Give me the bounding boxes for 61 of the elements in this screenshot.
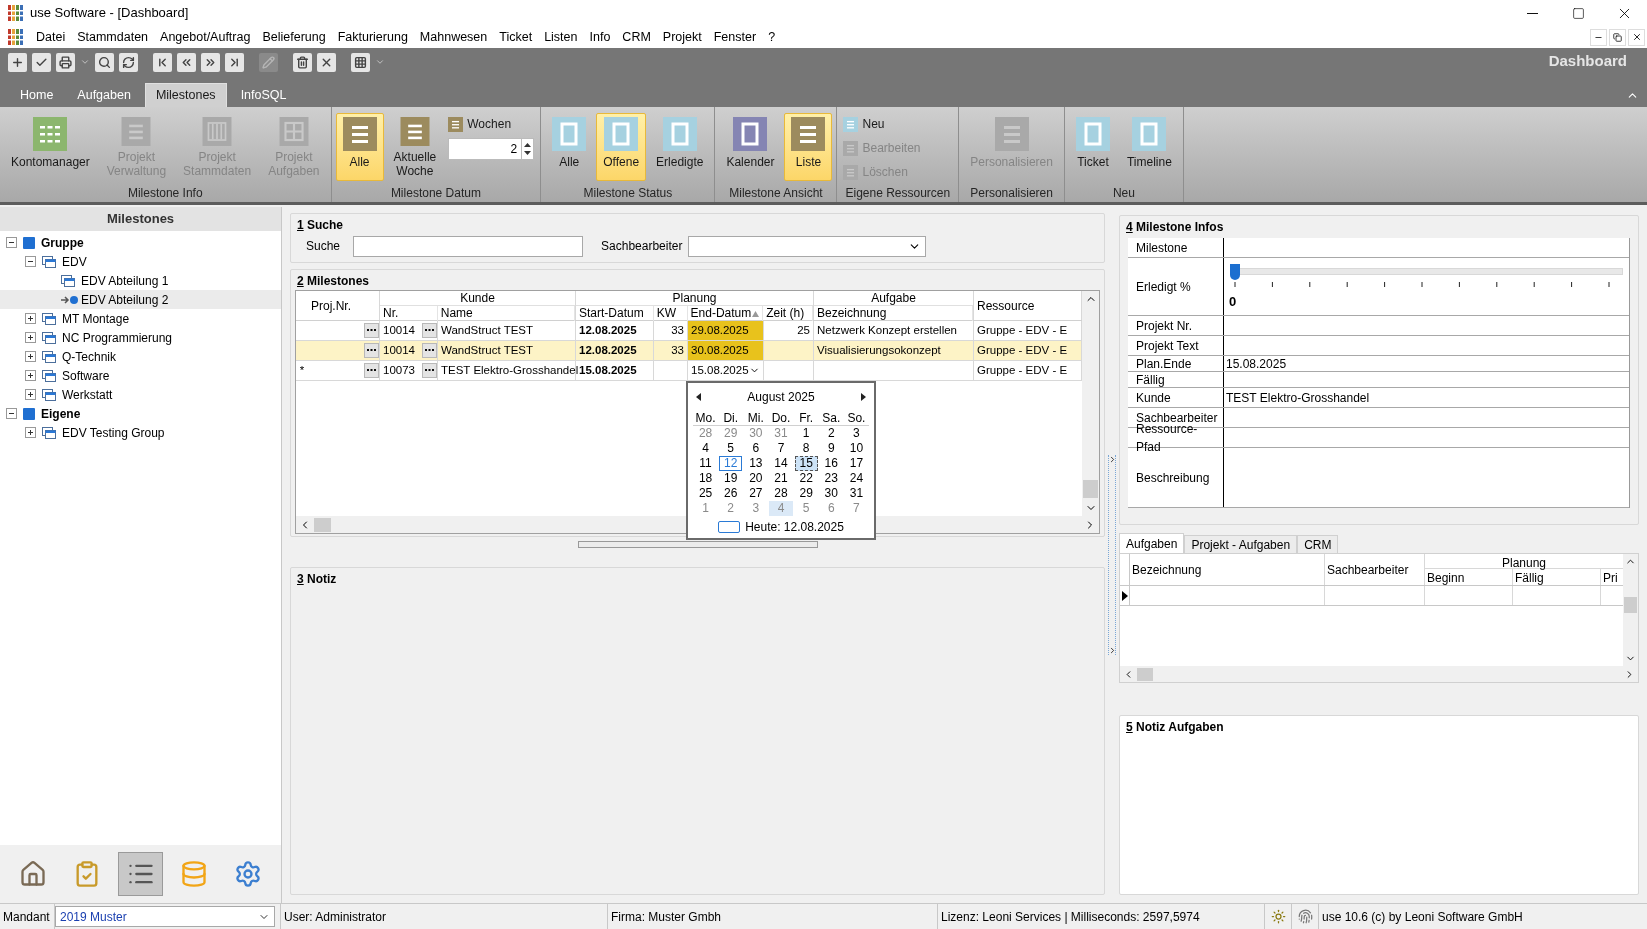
field-label: Kunde: [1128, 388, 1224, 407]
field-label: Milestone: [1128, 238, 1224, 257]
field-label: Erledigt %: [1128, 258, 1224, 315]
table-cell-text: Gruppe - EDV - E: [976, 362, 1069, 378]
weekday-label: Sa.: [821, 410, 842, 425]
weekday-label: Do.: [770, 410, 792, 425]
field-label: Sachbearbeiter: [601, 238, 683, 255]
weekday-label: Fr.: [798, 410, 815, 425]
table-cell-text: WandStruct TEST: [440, 342, 535, 358]
table-cell-text: 10014: [382, 322, 416, 338]
column-group-header: Kunde: [380, 291, 575, 306]
table-cell-text: Visualisierungsokonzept: [816, 342, 942, 358]
status-text: Lizenz: Leoni Services | Milliseconds: 2597,5974: [938, 904, 1265, 929]
field-label: Projekt Text: [1128, 336, 1224, 355]
table-cell-text: 15.08.2025: [578, 362, 638, 378]
page-title: Dashboard: [1548, 51, 1628, 71]
weekday-label: Mo.: [694, 410, 717, 425]
section-title: 4 Milestone Infos: [1125, 219, 1225, 234]
slider-value: 0: [1229, 292, 1238, 311]
column-group-header: Aufgabe: [814, 291, 973, 306]
table-cell-text: 10014: [382, 342, 416, 358]
field-label: Plan.Ende: [1128, 356, 1224, 371]
table-cell-text: 12.08.2025: [578, 322, 638, 338]
field-label: Suche: [306, 238, 341, 255]
table-cell-text: Gruppe - EDV - E: [976, 342, 1069, 358]
status-text: User: Administrator: [280, 904, 608, 929]
table-cell-text: 10073: [382, 362, 416, 378]
ribbon-group-label: Milestone Info: [126, 185, 204, 202]
ribbon-group-label: Personalisieren: [969, 185, 1054, 202]
table-cell-text: 25: [796, 322, 811, 338]
row-marker: *: [299, 362, 305, 378]
table-cell-text: Netzwerk Konzept erstellen: [816, 322, 958, 338]
table-cell-text: WandStruct TEST: [440, 322, 535, 338]
ribbon-group-label: Milestone Datum: [389, 185, 482, 202]
ribbon-group-label: Eigene Ressourcen: [844, 185, 952, 202]
table-cell-text: 33: [670, 342, 685, 358]
status-text: use 10.6 (c) by Leoni Software GmbH: [1321, 908, 1524, 926]
table-cell-text: Gruppe - EDV - E: [976, 322, 1069, 338]
table-cell-text: 29.08.2025: [690, 322, 750, 338]
field-value: TEST Elektro-Grosshandel: [1226, 389, 1370, 407]
window-title: use Software - [Dashboard]: [30, 4, 189, 23]
field-value: 15.08.2025: [1226, 355, 1287, 373]
table-cell-text: 30.08.2025: [690, 342, 750, 358]
table-cell-text: 33: [670, 322, 685, 338]
panel-title: Milestones: [0, 207, 281, 231]
status-text: Firma: Muster Gmbh: [608, 904, 938, 929]
ribbon-group-label: Milestone Status: [582, 185, 674, 202]
field-label: Projekt Nr.: [1128, 316, 1224, 335]
ribbon-group-label: Neu: [1111, 185, 1136, 202]
field-label: Fällig: [1128, 372, 1224, 387]
section-title: 3 Notiz: [296, 571, 338, 586]
weekday-label: So.: [846, 410, 867, 425]
column-group-header: Planung: [576, 291, 813, 306]
section-title: 5 Notiz Aufgaben: [1125, 719, 1225, 734]
table-cell-text: 12.08.2025: [578, 342, 638, 358]
column-group-header: Planung: [1425, 554, 1623, 569]
weekday-label: Di.: [722, 410, 740, 425]
section-title: 1 Suche: [296, 217, 345, 232]
ribbon-group-label: Milestone Ansicht: [728, 185, 824, 202]
section-title: 2 Milestones: [296, 273, 371, 288]
weekday-label: Mi.: [746, 410, 765, 425]
